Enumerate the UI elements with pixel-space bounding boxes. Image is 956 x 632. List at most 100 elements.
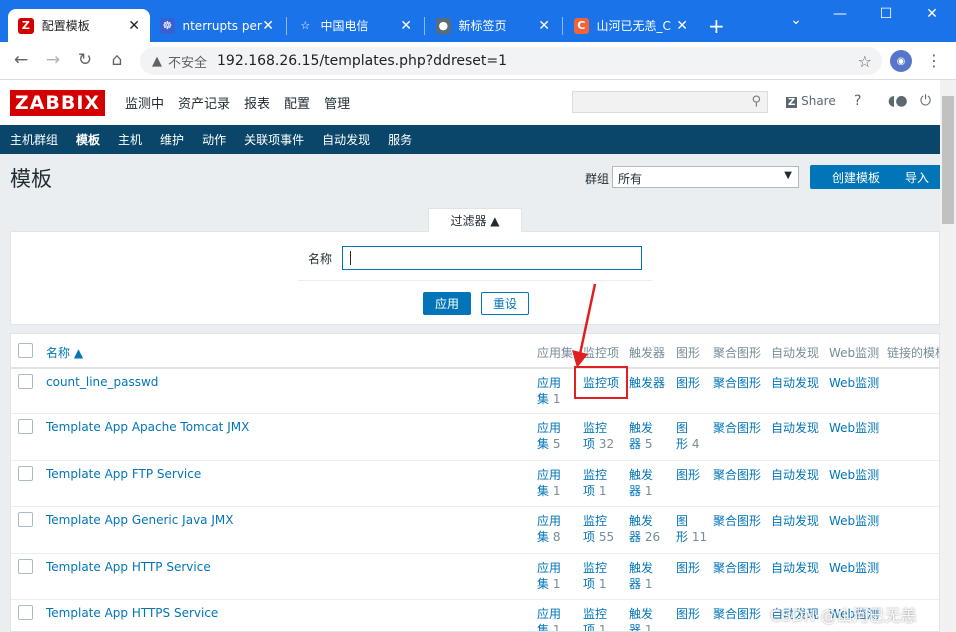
triggers-cell-link[interactable]: 触发器: [629, 376, 665, 390]
apps-cell-link[interactable]: 集: [537, 530, 549, 544]
create-template-button[interactable]: 创建模板: [810, 165, 902, 189]
row-checkbox[interactable]: [18, 419, 33, 434]
support-icon[interactable]: ◖●: [888, 93, 908, 109]
address-bar[interactable]: ▲ 不安全 192.168.26.15/templates.php?ddrese…: [140, 47, 882, 75]
screens-link[interactable]: 聚合图形: [713, 467, 761, 483]
sub-menu-discovery[interactable]: 自动发现: [322, 131, 370, 148]
items-cell-link[interactable]: 项: [583, 530, 595, 544]
scrollbar-thumb[interactable]: [942, 96, 954, 224]
apps-cell-link[interactable]: 应用: [537, 561, 561, 575]
filter-tab[interactable]: 过滤器 ▲: [428, 208, 522, 232]
items-cell-link[interactable]: 监控: [583, 607, 607, 621]
triggers-cell[interactable]: 触发器 26: [629, 513, 660, 545]
web-link[interactable]: Web监测: [829, 513, 879, 529]
items-cell-link[interactable]: 项: [583, 623, 595, 631]
graphs-cell[interactable]: 图形: [676, 467, 700, 483]
triggers-cell[interactable]: 触发器 1: [629, 467, 653, 499]
maximize-icon[interactable]: ☐: [876, 6, 896, 22]
apps-cell[interactable]: 应用集 8: [537, 513, 561, 545]
items-cell-link[interactable]: 监控: [583, 468, 607, 482]
sub-menu-templates[interactable]: 模板: [76, 131, 100, 148]
main-menu-configuration[interactable]: 配置: [284, 93, 310, 112]
close-icon[interactable]: ✕: [538, 18, 550, 34]
items-cell-link[interactable]: 监控: [583, 421, 607, 435]
items-cell[interactable]: 监控项 1: [583, 606, 607, 631]
items-cell-link[interactable]: 项: [583, 577, 595, 591]
triggers-cell-link[interactable]: 触发: [629, 607, 653, 621]
template-name-link[interactable]: count_line_passwd: [46, 375, 158, 389]
template-name-link[interactable]: Template App Apache Tomcat JMX: [46, 420, 249, 434]
triggers-cell-link[interactable]: 触发: [629, 468, 653, 482]
graphs-cell-link[interactable]: 图形: [676, 468, 700, 482]
screens-link[interactable]: 聚合图形: [713, 560, 761, 576]
triggers-cell[interactable]: 触发器 5: [629, 420, 653, 452]
close-icon[interactable]: ✕: [400, 18, 412, 34]
browser-menu-icon[interactable]: ⋮: [926, 51, 942, 70]
graphs-cell-link[interactable]: 形: [676, 530, 688, 544]
sub-menu-maintenance[interactable]: 维护: [160, 131, 184, 148]
row-checkbox[interactable]: [18, 559, 33, 574]
apps-cell-link[interactable]: 应用: [537, 607, 561, 621]
filter-name-input[interactable]: [342, 246, 642, 270]
browser-tab-2[interactable]: ☆ 中国电信 ✕: [288, 9, 422, 42]
apps-cell-link[interactable]: 集: [537, 484, 549, 498]
help-icon[interactable]: ?: [854, 93, 861, 109]
browser-tab-3[interactable]: ● 新标签页 ✕: [426, 9, 560, 42]
apps-cell-link[interactable]: 应用: [537, 421, 561, 435]
share-link[interactable]: Z Share: [786, 94, 836, 108]
triggers-cell-link[interactable]: 器: [629, 623, 641, 631]
template-name-link[interactable]: Template App Generic Java JMX: [46, 513, 233, 527]
graphs-cell-link[interactable]: 图: [676, 514, 688, 528]
bookmark-star-icon[interactable]: ☆: [858, 52, 872, 71]
apps-cell-link[interactable]: 集: [537, 623, 549, 631]
main-menu-administration[interactable]: 管理: [324, 93, 350, 112]
items-cell[interactable]: 监控项 1: [583, 560, 607, 592]
graphs-cell-link[interactable]: 图: [676, 421, 688, 435]
window-close-icon[interactable]: ✕: [922, 6, 942, 22]
apps-cell-link[interactable]: 应用: [537, 376, 561, 390]
row-checkbox[interactable]: [18, 466, 33, 481]
apps-cell[interactable]: 应用集 5: [537, 420, 561, 452]
graphs-cell-link[interactable]: 图形: [676, 561, 700, 575]
sub-menu-host-groups[interactable]: 主机群组: [10, 131, 58, 148]
home-icon[interactable]: ⌂: [106, 50, 128, 70]
items-cell[interactable]: 监控项 1: [583, 467, 607, 499]
apps-cell[interactable]: 应用集 1: [537, 560, 561, 592]
triggers-cell-link[interactable]: 器: [629, 577, 641, 591]
triggers-cell[interactable]: 触发器 1: [629, 606, 653, 631]
graphs-cell[interactable]: 图形: [676, 560, 700, 576]
web-link[interactable]: Web监测: [829, 375, 879, 391]
screens-link[interactable]: 聚合图形: [713, 606, 761, 622]
main-menu-reports[interactable]: 报表: [244, 93, 270, 112]
tab-search-icon[interactable]: ⌄: [786, 12, 806, 28]
graphs-cell[interactable]: 图形 11: [676, 513, 707, 545]
graphs-cell-link[interactable]: 图形: [676, 607, 700, 621]
items-cell-link[interactable]: 监控: [583, 514, 607, 528]
graphs-cell-link[interactable]: 图形: [676, 376, 700, 390]
sub-menu-services[interactable]: 服务: [388, 131, 412, 148]
apps-cell-link[interactable]: 应用: [537, 468, 561, 482]
graphs-cell[interactable]: 图形 4: [676, 420, 699, 452]
reload-icon[interactable]: ↻: [74, 50, 96, 70]
apps-cell-link[interactable]: 集: [537, 392, 549, 406]
screens-link[interactable]: 聚合图形: [713, 375, 761, 391]
column-header-name[interactable]: 名称 ▲: [46, 344, 83, 361]
forward-arrow-icon[interactable]: →: [42, 50, 64, 70]
graphs-cell[interactable]: 图形: [676, 375, 700, 391]
template-name-link[interactable]: Template App FTP Service: [46, 467, 201, 481]
global-search-input[interactable]: ⚲: [572, 91, 768, 113]
triggers-cell-link[interactable]: 器: [629, 530, 641, 544]
triggers-cell-link[interactable]: 触发: [629, 421, 653, 435]
sub-menu-hosts[interactable]: 主机: [118, 131, 142, 148]
triggers-cell-link[interactable]: 器: [629, 437, 641, 451]
template-name-link[interactable]: Template App HTTPS Service: [46, 606, 218, 620]
items-cell-link[interactable]: 项: [583, 437, 595, 451]
apps-cell[interactable]: 应用集 1: [537, 467, 561, 499]
apps-cell-link[interactable]: 集: [537, 577, 549, 591]
discovery-link[interactable]: 自动发现: [771, 420, 819, 436]
items-cell[interactable]: 监控项 32: [583, 420, 614, 452]
url-text[interactable]: 192.168.26.15/templates.php?ddreset=1: [217, 53, 507, 69]
items-cell[interactable]: 监控项 55: [583, 513, 614, 545]
row-checkbox[interactable]: [18, 374, 33, 389]
triggers-cell-link[interactable]: 触发: [629, 561, 653, 575]
